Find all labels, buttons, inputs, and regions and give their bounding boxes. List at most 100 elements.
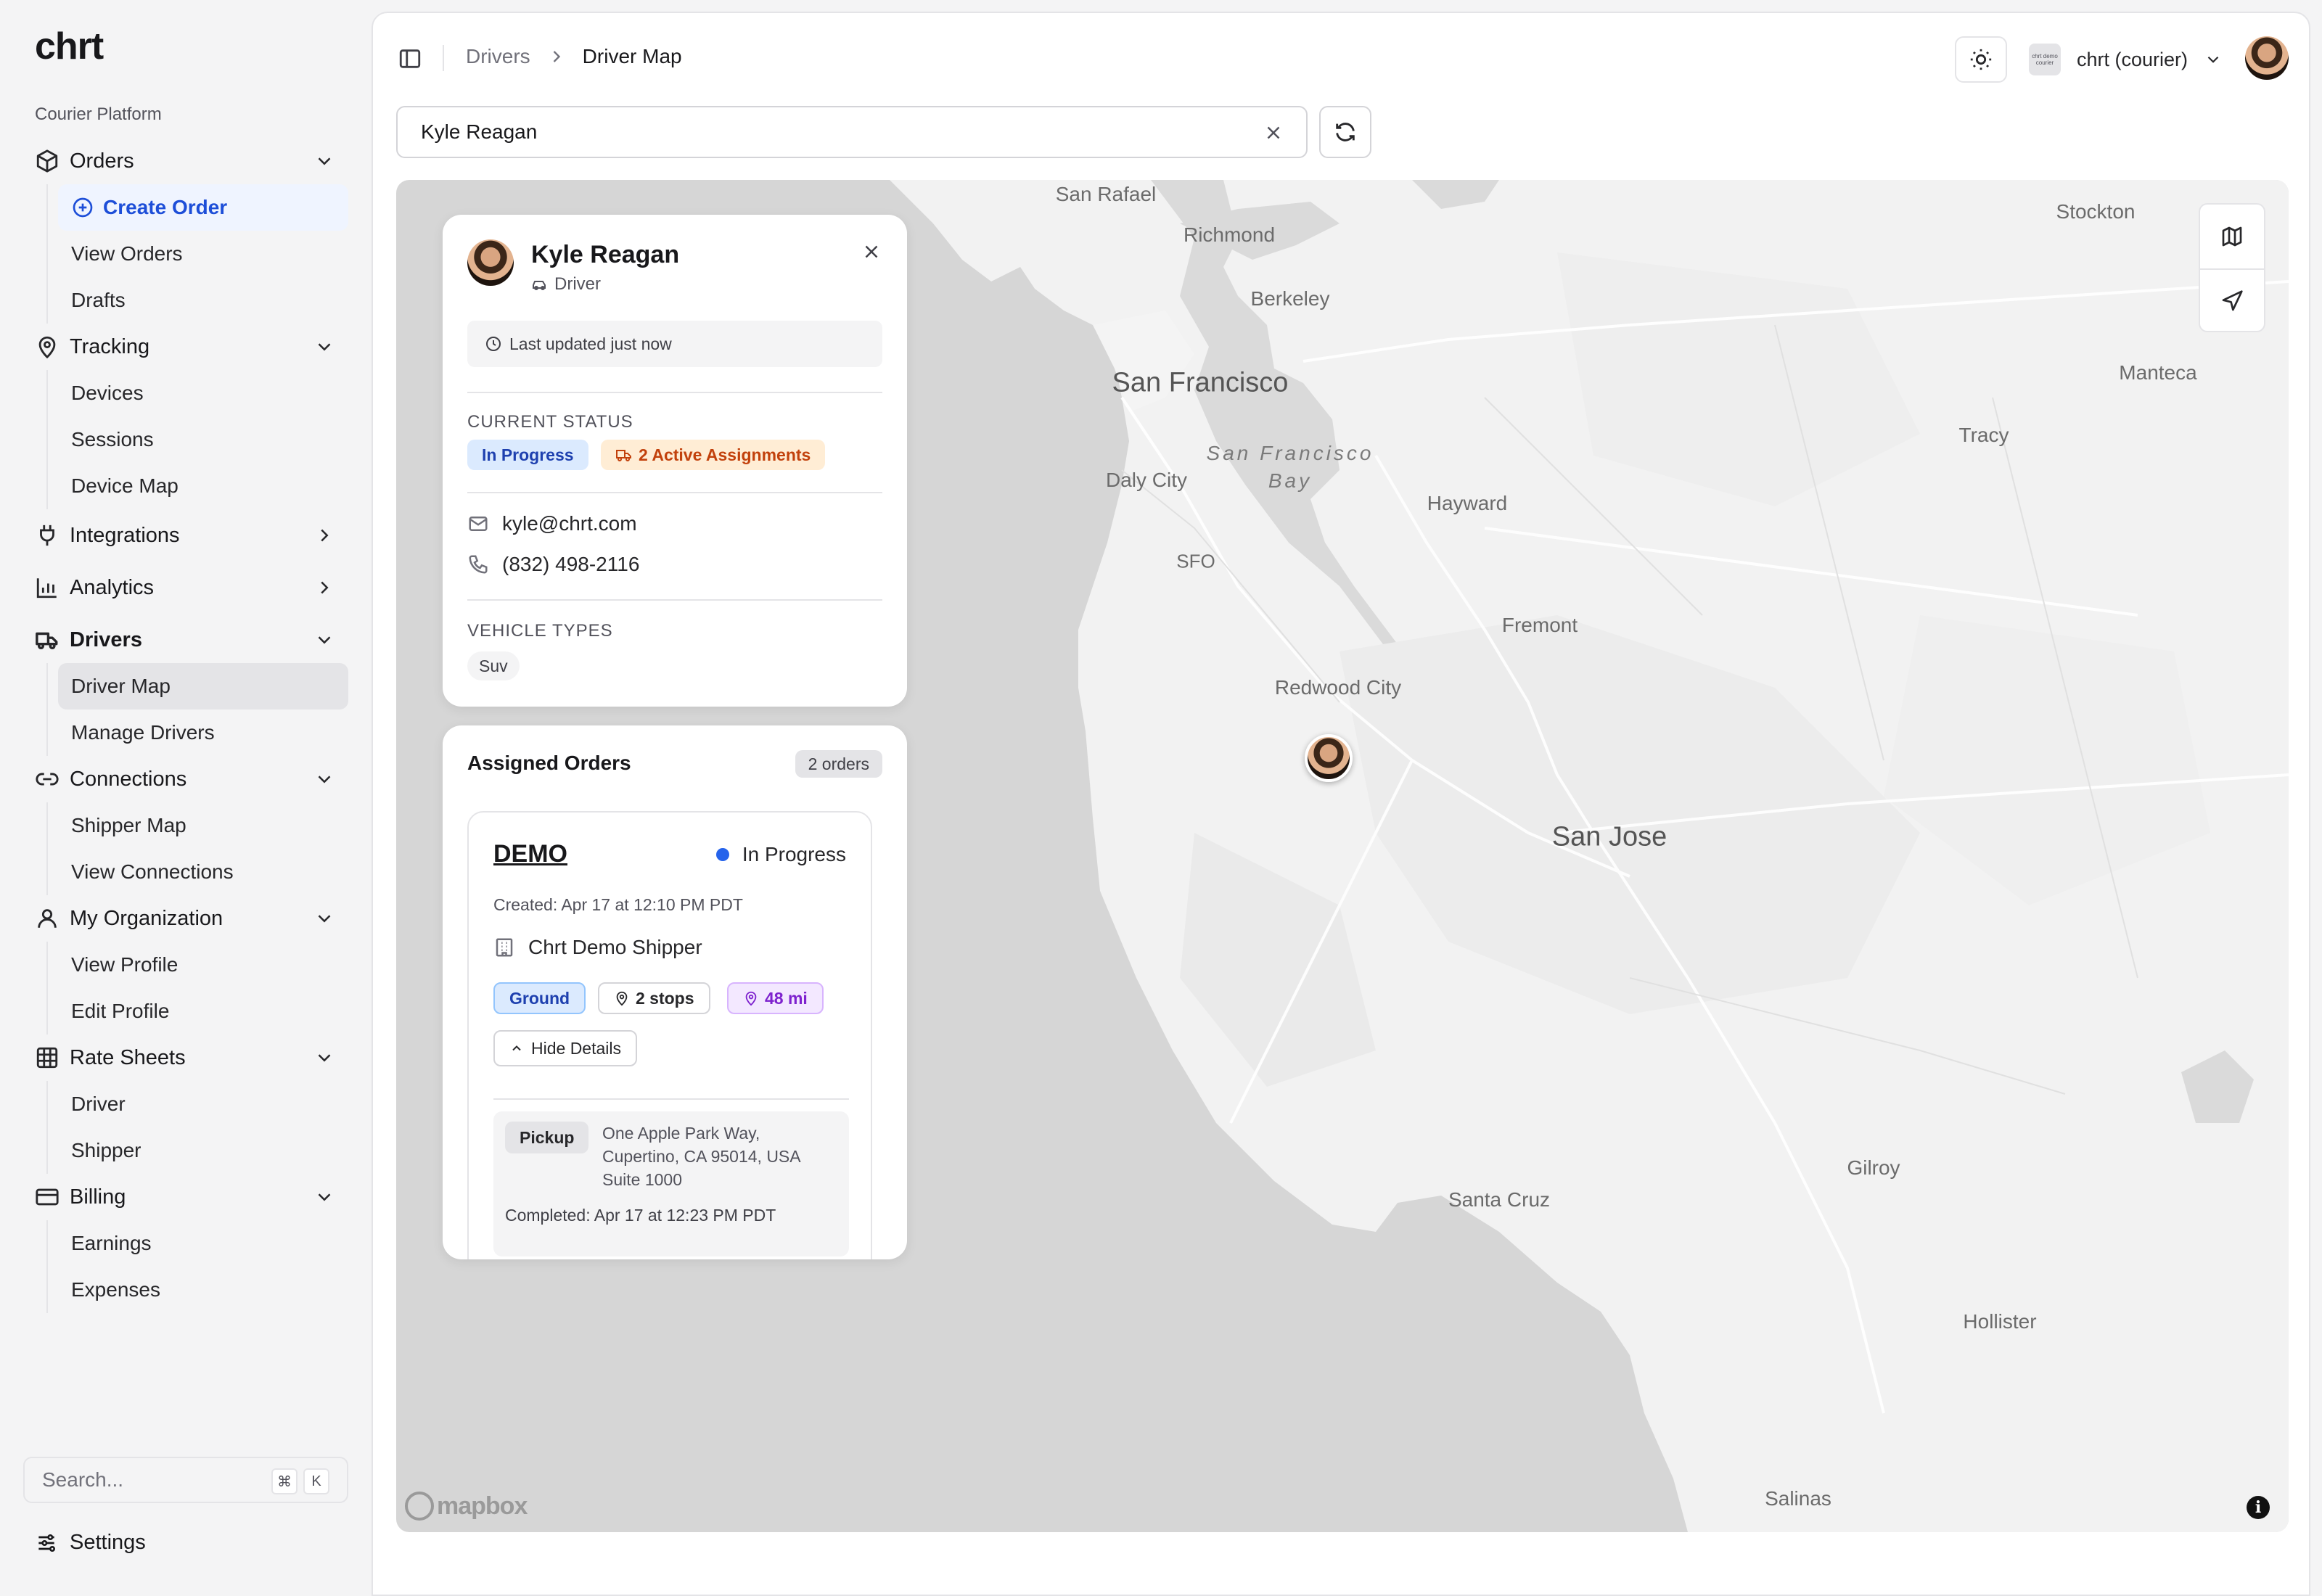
- map-label-richmond: Richmond: [1183, 223, 1276, 246]
- sidebar-item-driver-map[interactable]: Driver Map: [58, 663, 348, 709]
- nav-tracking[interactable]: Tracking: [23, 324, 348, 370]
- divider: [443, 45, 444, 71]
- plug-icon: [40, 525, 54, 546]
- nav-group-integrations: Integrations: [23, 512, 348, 559]
- chevron-right-icon[interactable]: [313, 577, 335, 598]
- sidebar-item-manage-drivers[interactable]: Manage Drivers: [58, 709, 348, 756]
- divider: [493, 1098, 849, 1100]
- nav-orders[interactable]: Orders: [23, 138, 348, 184]
- map-controls: [2199, 203, 2265, 332]
- sidebar-item-sessions[interactable]: Sessions: [58, 416, 348, 463]
- sidebar-item-shipper-map[interactable]: Shipper Map: [58, 802, 348, 849]
- map-label-san-jose: San Jose: [1551, 821, 1667, 852]
- driver-map-marker[interactable]: [1305, 734, 1353, 782]
- stop-address: One Apple Park Way, Cupertino, CA 95014,…: [602, 1124, 800, 1189]
- kbd-key: K: [303, 1468, 329, 1494]
- map-style-button[interactable]: [2200, 205, 2264, 268]
- nav-group-rate-sheets: Rate Sheets Driver Shipper: [23, 1034, 348, 1174]
- user-avatar[interactable]: [2245, 36, 2289, 80]
- user-icon: [38, 909, 57, 928]
- kbd-mod: ⌘: [271, 1468, 298, 1494]
- theme-toggle-button[interactable]: [1955, 36, 2007, 83]
- order-card[interactable]: DEMO In Progress Created: Apr 17 at 12:1…: [467, 811, 872, 1259]
- sidebar-search-placeholder: Search...: [42, 1468, 124, 1491]
- driver-role: Driver: [531, 274, 601, 295]
- nav-drivers[interactable]: Drivers: [23, 617, 348, 663]
- clear-icon[interactable]: [1263, 122, 1284, 144]
- sidebar-item-devices[interactable]: Devices: [58, 370, 348, 416]
- driver-phone-text: (832) 498-2116: [502, 553, 640, 575]
- chevron-down-icon[interactable]: [313, 629, 335, 651]
- credit-card-icon: [36, 1188, 59, 1206]
- nav-connections[interactable]: Connections: [23, 756, 348, 802]
- hide-details-button[interactable]: Hide Details: [493, 1030, 637, 1066]
- locate-button[interactable]: [2200, 268, 2264, 332]
- nav-sub-drivers: Driver Map Manage Drivers: [46, 663, 348, 756]
- chevron-down-icon: [2207, 56, 2219, 63]
- sidebar-item-device-map[interactable]: Device Map: [58, 463, 348, 509]
- sidebar-item-create-order[interactable]: Create Order: [58, 184, 348, 231]
- org-switcher[interactable]: chrt demo courier chrt (courier): [2029, 39, 2223, 80]
- driver-search-input[interactable]: Kyle Reagan: [396, 106, 1308, 158]
- nav-my-organization[interactable]: My Organization: [23, 895, 348, 942]
- nav-billing[interactable]: Billing: [23, 1174, 348, 1220]
- settings-link[interactable]: Settings: [35, 1531, 146, 1555]
- sidebar-item-driver-rates[interactable]: Driver: [58, 1081, 348, 1127]
- map-label-salinas: Salinas: [1765, 1487, 1831, 1510]
- nav-integrations[interactable]: Integrations: [23, 512, 348, 559]
- sidebar-search[interactable]: Search... ⌘ K: [23, 1457, 348, 1503]
- current-status-label: CURRENT STATUS: [467, 412, 633, 432]
- divider: [467, 599, 882, 601]
- sidebar-item-view-connections[interactable]: View Connections: [58, 849, 348, 895]
- map-label-san-francisco: San Francisco: [1112, 367, 1289, 398]
- order-shipper: Chrt Demo Shipper: [493, 936, 702, 959]
- sidebar-item-view-profile[interactable]: View Profile: [58, 942, 348, 988]
- chevron-down-icon[interactable]: [313, 1186, 335, 1208]
- nav-analytics[interactable]: Analytics: [23, 564, 348, 611]
- driver-detail-card: Kyle Reagan Driver Last updated just now…: [443, 215, 907, 707]
- table-icon: [36, 1047, 58, 1069]
- chevron-down-icon[interactable]: [313, 150, 335, 172]
- sidebar-item-earnings[interactable]: Earnings: [58, 1220, 348, 1267]
- sidebar-item-shipper-rates[interactable]: Shipper: [58, 1127, 348, 1174]
- sun-icon: [1970, 49, 1992, 70]
- nav-group-billing: Billing Earnings Expenses: [23, 1174, 348, 1313]
- chevron-down-icon[interactable]: [313, 336, 335, 358]
- close-icon[interactable]: [861, 241, 882, 263]
- assigned-orders-card: Assigned Orders 2 orders DEMO In Progres…: [443, 725, 907, 1259]
- chevron-down-icon[interactable]: [313, 768, 335, 790]
- nav-sub-billing: Earnings Expenses: [46, 1220, 348, 1313]
- sidebar-item-drafts[interactable]: Drafts: [58, 277, 348, 324]
- breadcrumb-drivers[interactable]: Drivers: [466, 45, 530, 68]
- map-label-redwood-city: Redwood City: [1274, 676, 1402, 699]
- nav-label: Analytics: [70, 575, 155, 599]
- nav-sub-tracking: Devices Sessions Device Map: [46, 370, 348, 509]
- sidebar-item-expenses[interactable]: Expenses: [58, 1267, 348, 1313]
- driver-map[interactable]: San Rafael Richmond Berkeley Stockton Sa…: [396, 180, 2289, 1532]
- chevron-down-icon[interactable]: [313, 1047, 335, 1069]
- sidebar-item-edit-profile[interactable]: Edit Profile: [58, 988, 348, 1034]
- map-label-berkeley: Berkeley: [1250, 287, 1330, 310]
- nav-group-drivers: Drivers Driver Map Manage Drivers: [23, 617, 348, 756]
- nav-group-analytics: Analytics: [23, 564, 348, 611]
- map-label-tracy: Tracy: [1958, 424, 2009, 446]
- platform-label: Courier Platform: [35, 104, 162, 124]
- driver-email[interactable]: kyle@chrt.com: [467, 512, 637, 535]
- vehicle-type-chip: Suv: [467, 651, 520, 680]
- orders-count-badge: 2 orders: [795, 750, 882, 778]
- mail-icon: [469, 517, 488, 531]
- sidebar-item-view-orders[interactable]: View Orders: [58, 231, 348, 277]
- sidebar-toggle-icon[interactable]: [398, 46, 422, 71]
- settings-label: Settings: [70, 1531, 146, 1554]
- refresh-button[interactable]: [1319, 106, 1371, 158]
- status-badge: In Progress: [467, 440, 588, 470]
- driver-phone[interactable]: (832) 498-2116: [467, 553, 639, 576]
- map-label-sfo: SFO: [1176, 550, 1215, 572]
- nav-rate-sheets[interactable]: Rate Sheets: [23, 1034, 348, 1081]
- order-id-link[interactable]: DEMO: [493, 840, 567, 868]
- app-logo[interactable]: chrt: [35, 25, 104, 68]
- chevron-right-icon[interactable]: [313, 525, 335, 546]
- chevron-down-icon[interactable]: [313, 908, 335, 929]
- mapbox-attribution[interactable]: mapbox: [405, 1492, 528, 1521]
- map-info-button[interactable]: i: [2247, 1496, 2270, 1519]
